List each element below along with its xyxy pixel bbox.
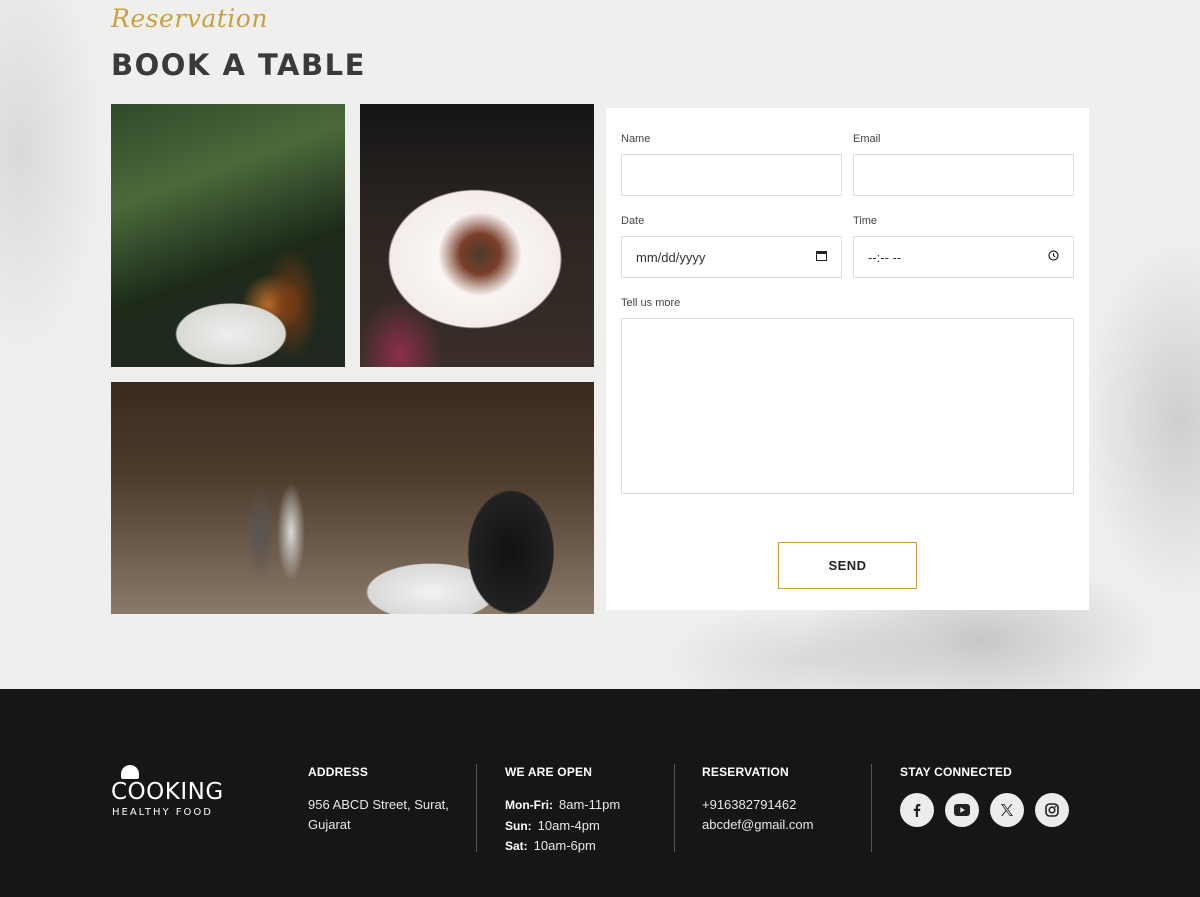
hours-day: Sun: xyxy=(505,818,532,833)
phone-link[interactable]: +916382791462 xyxy=(702,795,862,815)
youtube-icon[interactable] xyxy=(945,793,979,827)
address-line-2: Gujarat xyxy=(308,817,351,832)
social-links xyxy=(900,793,1100,827)
message-label: Tell us more xyxy=(621,297,681,309)
time-placeholder: --:-- -- xyxy=(868,249,902,265)
hours-column: WE ARE OPEN Mon-Fri: 8am-11pm Sun: 10am-4p… xyxy=(505,765,665,857)
x-icon[interactable] xyxy=(990,793,1024,827)
hours-time: 10am-6pm xyxy=(533,838,596,853)
clock-icon[interactable] xyxy=(1048,250,1059,264)
footer-divider xyxy=(674,764,675,852)
hours-row: Sun: 10am-4pm xyxy=(505,816,665,837)
hours-heading: WE ARE OPEN xyxy=(505,765,593,779)
message-textarea[interactable] xyxy=(621,318,1074,494)
address-heading: ADDRESS xyxy=(308,765,369,779)
hours-day: Mon-Fri: xyxy=(505,798,553,812)
facebook-icon[interactable] xyxy=(900,793,934,827)
date-label: Date xyxy=(621,215,645,227)
page-title: BOOK A TABLE xyxy=(111,48,366,82)
reservation-column: RESERVATION +916382791462 abcdef@gmail.c… xyxy=(702,765,862,835)
reservation-form: Name Email Date mm/dd/yyyy Time --:-- --… xyxy=(606,108,1089,610)
name-label: Name xyxy=(621,133,651,145)
logo-subtitle: HEALTHY FOOD xyxy=(112,807,213,818)
date-field[interactable]: mm/dd/yyyy xyxy=(621,236,842,278)
hours-time: 10am-4pm xyxy=(537,817,600,833)
reservation-heading: RESERVATION xyxy=(702,765,789,779)
send-button[interactable]: SEND xyxy=(778,542,917,589)
date-placeholder: mm/dd/yyyy xyxy=(636,249,706,265)
footer-divider xyxy=(871,764,872,852)
hours-row: Mon-Fri: 8am-11pm xyxy=(505,795,665,816)
hours-day: Sat: xyxy=(505,839,528,853)
name-field[interactable] xyxy=(621,154,842,196)
social-column: STAY CONNECTED xyxy=(900,765,1100,827)
email-field[interactable] xyxy=(853,154,1074,196)
hours-time: 8am-11pm xyxy=(558,797,621,812)
section-script-title: Reservation xyxy=(111,4,268,33)
address-column: ADDRESS 956 ABCD Street, Surat, Gujarat xyxy=(308,765,468,835)
address-line-1: 956 ABCD Street, Surat, xyxy=(308,797,449,812)
footer-divider xyxy=(476,764,477,852)
email-link[interactable]: abcdef@gmail.com xyxy=(702,815,862,835)
logo-word: COOKING xyxy=(111,779,224,805)
instagram-icon[interactable] xyxy=(1035,793,1069,827)
social-heading: STAY CONNECTED xyxy=(900,765,1012,779)
chef-hat-icon xyxy=(121,765,139,779)
email-label: Email xyxy=(853,133,881,145)
dining-room-photo xyxy=(111,382,594,614)
time-field[interactable]: --:-- -- xyxy=(853,236,1074,278)
calendar-icon[interactable] xyxy=(816,250,827,264)
food-plate-photo xyxy=(360,104,594,367)
restaurant-table-photo xyxy=(111,104,345,367)
time-label: Time xyxy=(853,215,878,227)
site-footer: COOKING HEALTHY FOOD ADDRESS 956 ABCD St… xyxy=(0,689,1200,897)
hours-row: Sat: 10am-6pm xyxy=(505,836,665,857)
